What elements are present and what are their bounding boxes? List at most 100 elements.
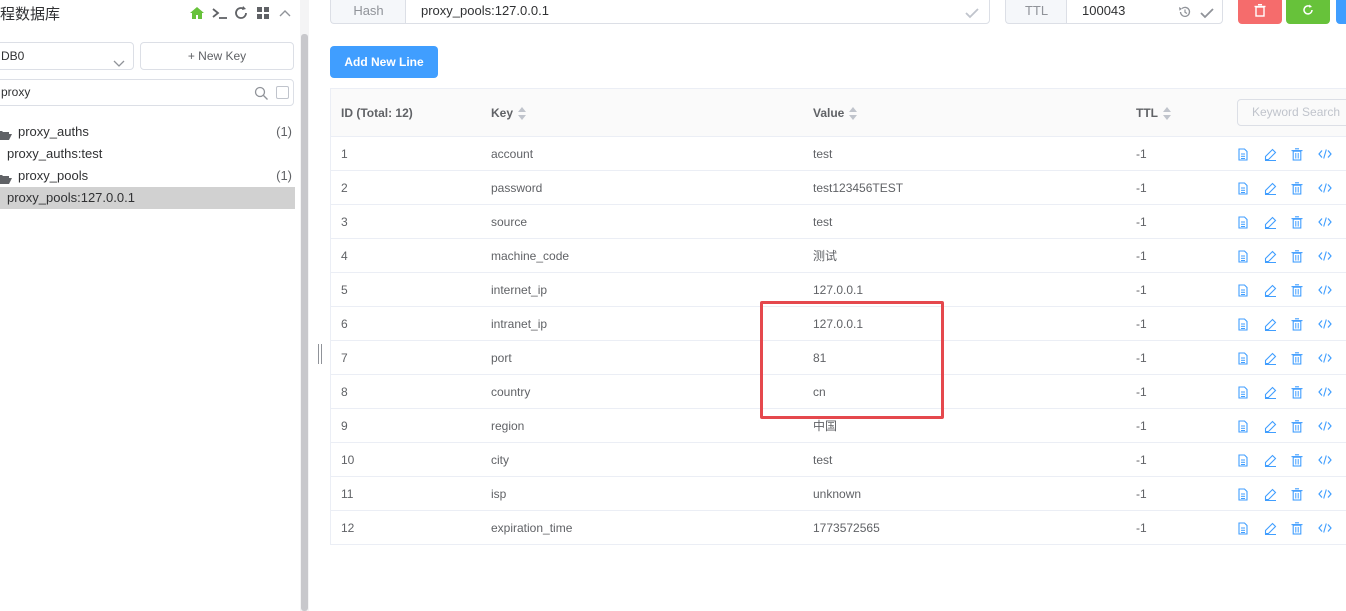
key-name-input[interactable]: proxy_pools:127.0.0.1 <box>405 0 990 24</box>
cell-ttl: -1 <box>1136 351 1147 365</box>
cell-key: isp <box>491 487 507 501</box>
history-icon[interactable] <box>1178 3 1192 27</box>
view-value-button[interactable] <box>1237 420 1250 433</box>
dump-command-button[interactable] <box>1318 182 1332 195</box>
view-value-button[interactable] <box>1237 522 1250 535</box>
refresh-icon[interactable] <box>233 5 249 21</box>
dump-command-button[interactable] <box>1318 284 1332 297</box>
more-actions-button[interactable] <box>1336 0 1346 24</box>
chevron-down-icon <box>113 51 125 77</box>
db-select[interactable]: DB0 <box>0 42 134 70</box>
edit-line-button[interactable] <box>1264 148 1277 161</box>
dump-command-button[interactable] <box>1318 148 1332 161</box>
delete-line-button[interactable] <box>1291 454 1304 467</box>
delete-line-button[interactable] <box>1291 318 1304 331</box>
cell-key: account <box>491 147 534 161</box>
chevron-up-icon[interactable] <box>277 5 293 21</box>
view-value-button[interactable] <box>1237 488 1250 501</box>
table-row[interactable]: 2 password test123456TEST -1 <box>331 171 1346 205</box>
view-value-button[interactable] <box>1237 386 1250 399</box>
edit-line-button[interactable] <box>1264 352 1277 365</box>
tree-key-proxy-auths-test[interactable]: proxy_auths:test <box>0 143 295 165</box>
dump-command-button[interactable] <box>1318 318 1332 331</box>
document-icon <box>1237 352 1250 365</box>
delete-line-button[interactable] <box>1291 488 1304 501</box>
home-icon[interactable] <box>189 5 205 21</box>
view-value-button[interactable] <box>1237 454 1250 467</box>
view-value-button[interactable] <box>1237 182 1250 195</box>
scrollbar-thumb[interactable] <box>301 34 308 611</box>
edit-icon <box>1264 216 1277 229</box>
delete-line-button[interactable] <box>1291 284 1304 297</box>
ttl-input[interactable]: 100043 <box>1066 0 1223 24</box>
dump-command-button[interactable] <box>1318 386 1332 399</box>
sort-icon[interactable] <box>848 106 858 121</box>
dump-command-button[interactable] <box>1318 522 1332 535</box>
check-icon[interactable] <box>965 3 979 27</box>
edit-line-button[interactable] <box>1264 454 1277 467</box>
column-header-key[interactable]: Key <box>491 89 527 137</box>
edit-line-button[interactable] <box>1264 420 1277 433</box>
view-value-button[interactable] <box>1237 148 1250 161</box>
view-value-button[interactable] <box>1237 250 1250 263</box>
sidebar-scrollbar[interactable] <box>300 0 309 611</box>
grid-icon[interactable] <box>255 5 271 21</box>
sort-icon[interactable] <box>517 106 527 121</box>
delete-line-button[interactable] <box>1291 420 1304 433</box>
edit-line-button[interactable] <box>1264 250 1277 263</box>
document-icon <box>1237 318 1250 331</box>
edit-line-button[interactable] <box>1264 488 1277 501</box>
terminal-icon[interactable] <box>211 5 227 21</box>
edit-line-button[interactable] <box>1264 216 1277 229</box>
keyword-search-input[interactable]: Keyword Search <box>1237 99 1346 126</box>
dump-command-button[interactable] <box>1318 250 1332 263</box>
delete-line-button[interactable] <box>1291 352 1304 365</box>
edit-line-button[interactable] <box>1264 522 1277 535</box>
refresh-key-button[interactable] <box>1286 0 1330 24</box>
add-new-line-button[interactable]: Add New Line <box>330 46 438 78</box>
check-icon[interactable] <box>1200 3 1214 27</box>
row-actions <box>1237 318 1332 331</box>
new-key-button[interactable]: + New Key <box>140 42 294 70</box>
tree-label: proxy_pools <box>18 168 89 183</box>
dump-command-button[interactable] <box>1318 454 1332 467</box>
dump-command-button[interactable] <box>1318 352 1332 365</box>
edit-line-button[interactable] <box>1264 318 1277 331</box>
dump-command-button[interactable] <box>1318 420 1332 433</box>
delete-line-button[interactable] <box>1291 182 1304 195</box>
table-row[interactable]: 11 isp unknown -1 <box>331 477 1346 511</box>
dump-command-button[interactable] <box>1318 216 1332 229</box>
view-value-button[interactable] <box>1237 216 1250 229</box>
delete-line-button[interactable] <box>1291 386 1304 399</box>
table-row[interactable]: 4 machine_code 测试 -1 <box>331 239 1346 273</box>
search-icon[interactable] <box>254 85 269 110</box>
delete-line-button[interactable] <box>1291 148 1304 161</box>
table-row[interactable]: 3 source test -1 <box>331 205 1346 239</box>
edit-line-button[interactable] <box>1264 182 1277 195</box>
table-row[interactable]: 1 account test -1 <box>331 137 1346 171</box>
table-row[interactable]: 12 expiration_time 1773572565 -1 <box>331 511 1346 545</box>
view-value-button[interactable] <box>1237 284 1250 297</box>
tree-folder-proxy-pools[interactable]: proxy_pools (1) <box>0 165 295 187</box>
key-search-input[interactable]: proxy <box>0 79 294 106</box>
table-row[interactable]: 10 city test -1 <box>331 443 1346 477</box>
dump-command-button[interactable] <box>1318 488 1332 501</box>
pane-resizer[interactable] <box>318 344 322 364</box>
sort-icon[interactable] <box>1162 106 1172 121</box>
tree-folder-proxy-auths[interactable]: proxy_auths (1) <box>0 121 295 143</box>
exact-match-checkbox[interactable] <box>276 86 289 99</box>
edit-line-button[interactable] <box>1264 284 1277 297</box>
tree-key-proxy-pools-127[interactable]: proxy_pools:127.0.0.1 <box>0 187 295 209</box>
delete-line-button[interactable] <box>1291 216 1304 229</box>
cell-value: 测试 <box>813 249 838 263</box>
view-value-button[interactable] <box>1237 318 1250 331</box>
document-icon <box>1237 182 1250 195</box>
row-actions <box>1237 216 1332 229</box>
column-header-ttl[interactable]: TTL <box>1136 89 1172 137</box>
view-value-button[interactable] <box>1237 352 1250 365</box>
delete-key-button[interactable] <box>1238 0 1282 24</box>
column-header-value[interactable]: Value <box>813 89 858 137</box>
delete-line-button[interactable] <box>1291 522 1304 535</box>
delete-line-button[interactable] <box>1291 250 1304 263</box>
edit-line-button[interactable] <box>1264 386 1277 399</box>
